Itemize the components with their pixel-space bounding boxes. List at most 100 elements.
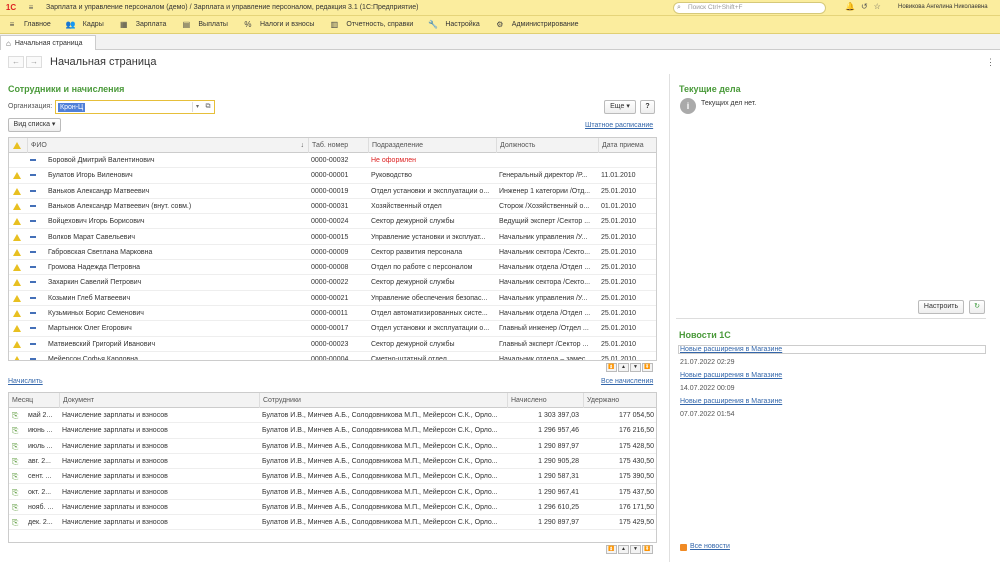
tab-home-page[interactable]: ⌂ Начальная страница [0,35,96,50]
table-row[interactable]: Габровская Светлана Марковна 0000-00009 Се… [9,245,656,261]
col-department[interactable]: Подразделение [368,138,496,153]
table-row[interactable]: Козьмин Глеб Матвеевич 0000-00021 Управлен… [9,291,656,306]
current-user[interactable]: Новикова Ангелина Николаевна [898,4,988,10]
bell-icon[interactable]: 🔔 [845,2,855,11]
help-button[interactable]: ? [640,100,655,114]
col-position[interactable]: Должность [496,138,598,153]
back-button[interactable]: ← [8,56,24,68]
all-news-link[interactable]: Все новости [690,543,730,550]
setup-button[interactable]: Настроить [918,300,964,314]
warning-icon [13,233,21,241]
table-row[interactable]: Мартынюк Олег Егорович 0000-00017 Отдел ус… [9,321,656,337]
scroll-first-icon[interactable]: ⏫ [606,545,617,554]
table-row[interactable]: ⎘ июль ... Начисление зарплаты и взносов Бу… [9,439,656,454]
news-item-link[interactable]: Новые расширения в Магазине [680,346,782,353]
document-icon: ⎘ [12,472,19,482]
accrue-link[interactable]: Начислить [8,378,43,385]
table-row[interactable]: Ваньков Александр Матвеевич 0000-00019 Отд… [9,184,656,199]
table-row[interactable]: Громова Надежда Петровна 0000-00008 Отдел … [9,260,656,276]
menu-item-settings[interactable]: 🔧 Настройка [421,16,487,34]
accrual-employees: Булатов И.В., Минчев А.Б., Солодовникова… [262,457,498,465]
menu-item-reports[interactable]: ▥ Отчетность, справки [322,16,421,34]
table-row[interactable]: Кузьминых Борис Семенович 0000-00011 Отдел… [9,306,656,322]
table-row[interactable]: Ваньков Александр Матвеевич (внут. совм.… [9,199,656,215]
list-view-button[interactable]: Вид списка ▾ [8,118,61,132]
scroll-up-icon[interactable]: ▲ [618,545,629,554]
table-row[interactable]: ⎘ нояб. ... Начисление зарплаты и взносов Б… [9,500,656,516]
table-row[interactable]: ⎘ сент. ... Начисление зарплаты и взносов Б… [9,469,656,485]
table-row[interactable]: Булатов Игорь Виленович 0000-00001 Руковод… [9,168,656,184]
employee-department: Отдел автоматизированных систе... [371,310,488,317]
all-accruals-link[interactable]: Все начисления [601,378,653,385]
employee-tab-number: 0000-00004 [311,355,349,361]
global-search-input[interactable]: ⌕ Поиск Ctrl+Shift+F [673,2,826,14]
employee-icon [30,327,36,330]
news-item-link[interactable]: Новые расширения в Магазине [680,398,782,405]
employee-tab-number: 0000-00032 [311,157,349,164]
accrual-document: Начисление зарплаты и взносов [62,519,168,527]
employee-name: Габровская Светлана Марковна [48,248,153,256]
more-actions-icon[interactable]: ⋮ [986,57,995,68]
staff-schedule-link[interactable]: Штатное расписание [585,122,653,129]
chevron-down-icon[interactable]: ▾ [192,102,202,112]
warning-icon [13,248,21,256]
scroll-up-icon[interactable]: ▲ [618,363,629,372]
menu-item-hr[interactable]: 👥 Кадры [59,16,112,34]
menu-item-taxes[interactable]: % Налоги и взносы [236,16,322,34]
scroll-last-icon[interactable]: ⏬ [642,545,653,554]
table-row[interactable]: ⎘ авг. 2... Начисление зарплаты и взносов Б… [9,454,656,470]
main-menu-icon[interactable]: ≡ [25,2,37,14]
table-row[interactable]: ⎘ окт. 2... Начисление зарплаты и взносов Б… [9,485,656,500]
refresh-icon[interactable]: ↻ [969,300,985,314]
1c-logo-icon: 1С [5,3,17,12]
more-button[interactable]: Еще ▾ [604,100,636,114]
menu-item-admin[interactable]: ⚙ Администрирование [488,16,587,34]
accruals-table[interactable]: Месяц Документ Сотрудники Начислено Удер… [8,392,657,543]
scroll-first-icon[interactable]: ⏫ [606,363,617,372]
table-row[interactable]: Захаркин Савелий Петрович 0000-00022 Секто… [9,275,656,291]
open-link-icon[interactable]: ⧉ [203,102,213,112]
col-accrued[interactable]: Начислено [507,393,583,408]
accrual-employees: Булатов И.В., Минчев А.Б., Солодовникова… [262,442,498,450]
warning-icon [13,310,21,317]
menu-item-salary[interactable]: ▦ Зарплата [112,16,175,34]
accrual-month: июль ... [28,442,53,450]
forward-button[interactable]: → [26,56,42,68]
scroll-last-icon[interactable]: ⏬ [642,363,653,372]
news-item-link[interactable]: Новые расширения в Магазине [680,372,782,379]
star-icon[interactable]: ☆ [874,2,881,11]
wallet-icon: ▤ [182,20,191,29]
table-row[interactable]: ⎘ дек. 2... Начисление зарплаты и взносов Б… [9,515,656,531]
table-row[interactable]: Матвиевский Григорий Иванович 0000-00023 С… [9,337,656,352]
employees-table[interactable]: ФИО ↓ Таб. номер Подразделение Должность … [8,137,657,361]
accrual-document: Начисление зарплаты и взносов [62,457,168,465]
col-tab-number[interactable]: Таб. номер [308,138,368,153]
table-row[interactable]: Войцехович Игорь Борисович 0000-00024 Сект… [9,214,656,230]
calculator-icon: ▦ [119,20,128,29]
employee-hire-date: 25.01.2010 [601,218,637,226]
table-row[interactable]: ⎘ июнь ... Начисление зарплаты и взносов Бу… [9,423,656,439]
menu-item-main[interactable]: ≡ Главное [0,16,59,34]
table-row[interactable]: Волков Марат Савельевич 0000-00015 Управле… [9,230,656,245]
table-row[interactable]: ⎘ май 2... Начисление зарплаты и взносов Бу… [9,408,656,424]
col-employees[interactable]: Сотрудники [259,393,507,408]
employee-icon [30,266,36,269]
employee-name: Боровой Дмитрий Валентинович [48,157,155,164]
table-row[interactable]: Мейерсон Софья Карловна 0000-00004 Сметно-… [9,352,656,361]
scroll-down-icon[interactable]: ▼ [630,545,641,554]
menu-item-payments[interactable]: ▤ Выплаты [174,16,236,34]
col-month[interactable]: Месяц [9,393,59,408]
col-hire-date[interactable]: Дата приема [598,138,656,153]
col-withheld[interactable]: Удержано [583,393,656,408]
col-name[interactable]: ФИО ↓ [27,138,310,153]
accrual-employees: Булатов И.В., Минчев А.Б., Солодовникова… [262,519,498,527]
tasks-empty-text: Текущих дел нет. [701,100,757,107]
table-row[interactable]: Боровой Дмитрий Валентинович 0000-00032 Не… [9,153,656,169]
organization-field[interactable]: Крон-Ц ▾ ⧉ [55,100,215,114]
scroll-down-icon[interactable]: ▼ [630,363,641,372]
accrual-document: Начисление зарплаты и взносов [62,427,168,435]
employee-icon [30,296,36,299]
history-icon[interactable]: ↺ [861,2,868,11]
col-document[interactable]: Документ [59,393,259,408]
accrual-month: май 2... [28,412,53,419]
